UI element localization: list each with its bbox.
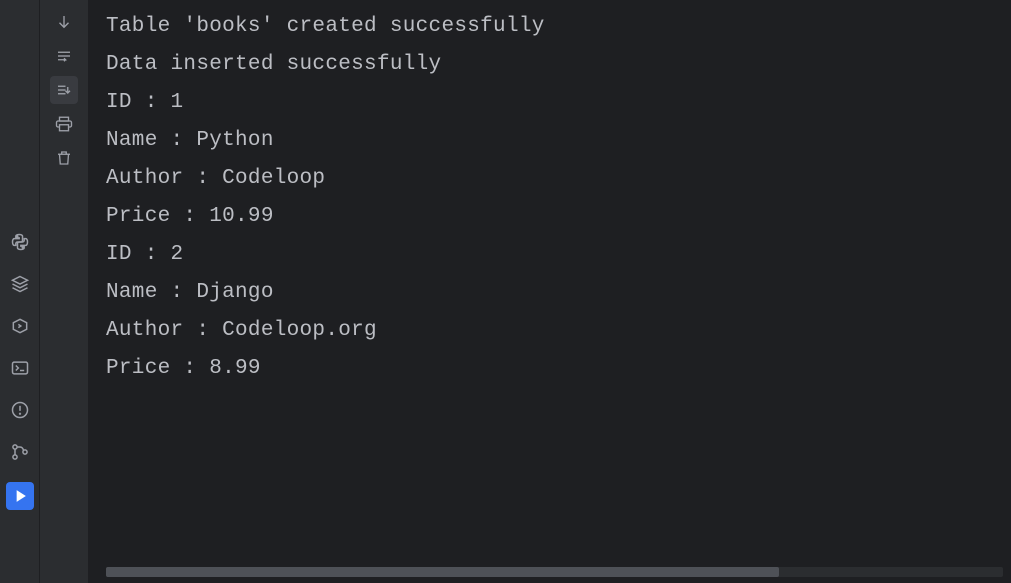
console-line: ID : 2	[106, 236, 993, 274]
print-icon[interactable]	[50, 110, 78, 138]
services-icon[interactable]	[8, 314, 32, 338]
scrollbar-thumb[interactable]	[106, 567, 779, 577]
console-line: Author : Codeloop	[106, 160, 993, 198]
python-console-icon[interactable]	[8, 230, 32, 254]
stack-icon[interactable]	[8, 272, 32, 296]
clear-icon[interactable]	[50, 144, 78, 172]
soft-wrap-icon[interactable]	[50, 42, 78, 70]
arrow-down-icon[interactable]	[50, 8, 78, 36]
terminal-icon[interactable]	[8, 356, 32, 380]
run-icon[interactable]	[6, 482, 34, 510]
console-line: Name : Python	[106, 122, 993, 160]
git-icon[interactable]	[8, 440, 32, 464]
scroll-to-end-icon[interactable]	[50, 76, 78, 104]
console-line: Name : Django	[106, 274, 993, 312]
console-line: Price : 8.99	[106, 350, 993, 388]
console-output[interactable]: Table 'books' created successfully Data …	[88, 0, 1011, 583]
console-line: Price : 10.99	[106, 198, 993, 236]
tool-window-bar	[0, 0, 40, 583]
console-line: Table 'books' created successfully	[106, 8, 993, 46]
problems-icon[interactable]	[8, 398, 32, 422]
horizontal-scrollbar[interactable]	[106, 567, 1003, 577]
console-line: Author : Codeloop.org	[106, 312, 993, 350]
console-line: ID : 1	[106, 84, 993, 122]
console-line: Data inserted successfully	[106, 46, 993, 84]
console-toolbar	[40, 0, 88, 583]
